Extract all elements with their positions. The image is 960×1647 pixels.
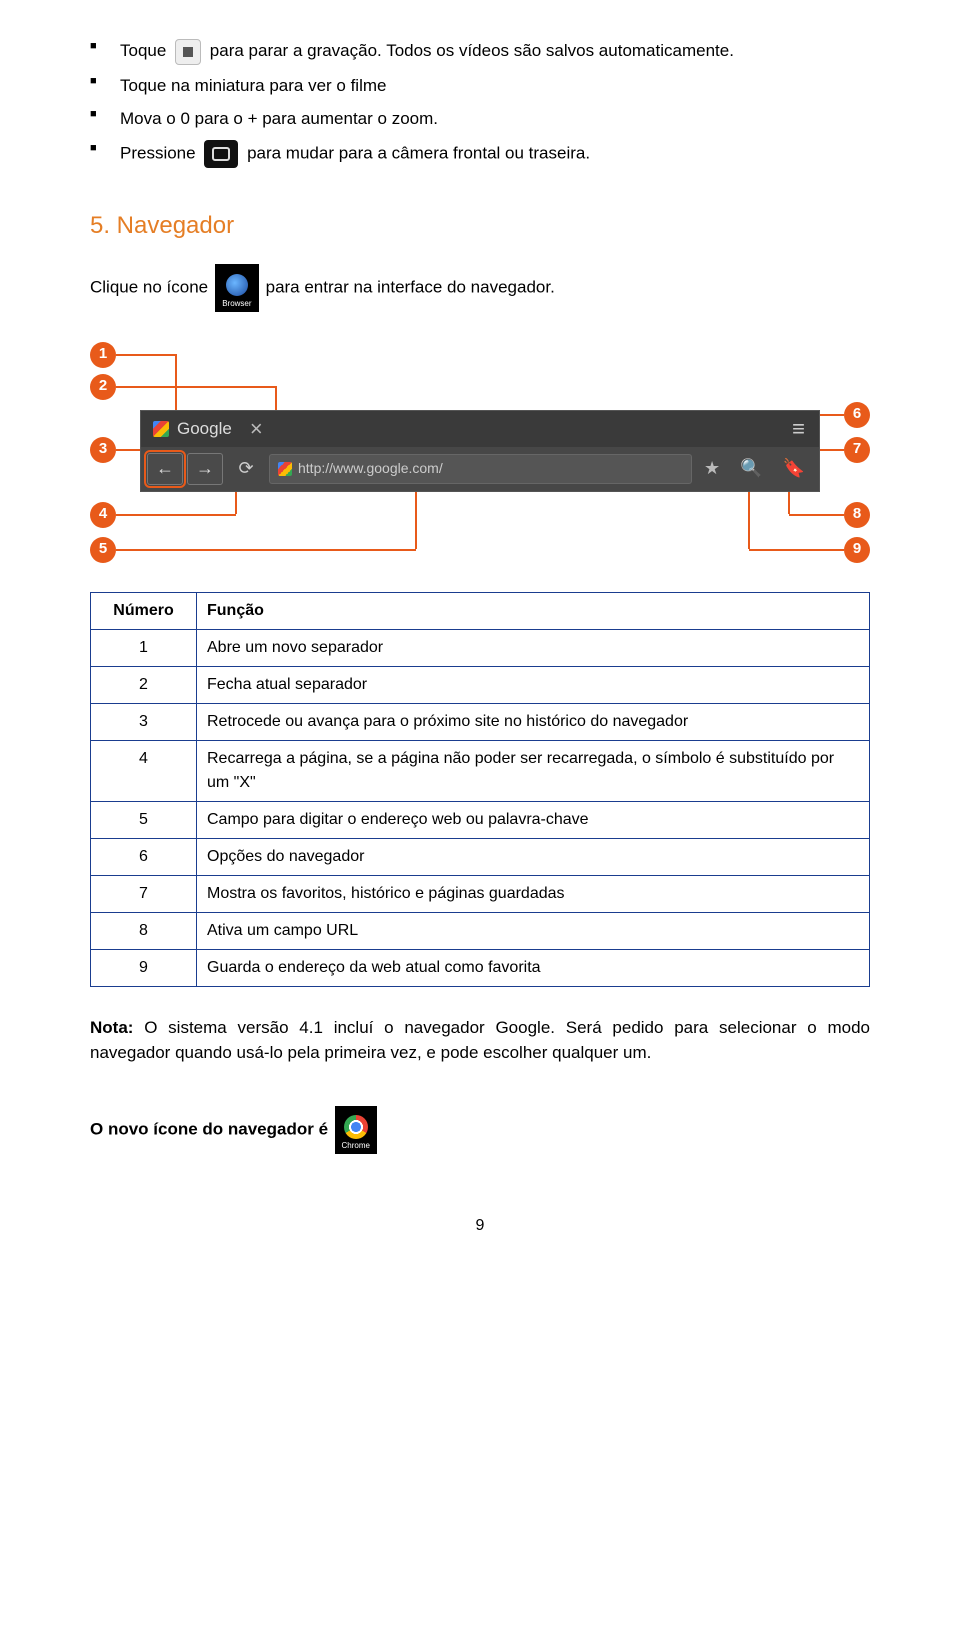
leader [116,449,140,451]
callout-4: 4 [90,502,116,528]
table-row: 3Retrocede ou avança para o próximo site… [91,703,870,740]
cell-num: 1 [91,629,197,666]
bullet-text: Mova o 0 para o + para aumentar o zoom. [120,109,438,128]
nav-sentence: Clique no ícone Browser para entrar na i… [90,264,870,312]
table-row: 1Abre um novo separador [91,629,870,666]
cell-func: Recarrega a página, se a página não pode… [197,740,870,801]
table-row: 5Campo para digitar o endereço web ou pa… [91,801,870,838]
leader [175,354,177,410]
bookmark-star-icon[interactable]: ★ [696,455,728,482]
leader [820,414,844,416]
table-row: 4Recarrega a página, se a página não pod… [91,740,870,801]
text: O novo ícone do navegador é [90,1119,333,1138]
tab-bar: Google × ≡ [141,411,819,447]
cell-num: 2 [91,666,197,703]
stop-record-icon [175,39,201,65]
table-row: 8Ativa um campo URL [91,912,870,949]
cell-num: 3 [91,703,197,740]
cell-func: Fecha atual separador [197,666,870,703]
bullet-text: para mudar para a câmera frontal ou tras… [247,143,590,162]
search-icon[interactable]: 🔍 [732,455,770,482]
bullet-item: Toque na miniatura para ver o filme [90,73,870,99]
tab-menu-icon[interactable]: ≡ [778,412,819,445]
bullet-item: Pressione para mudar para a câmera front… [90,140,870,168]
callout-1: 1 [90,342,116,368]
note-body: O sistema versão 4.1 incluí o navegador … [90,1018,870,1063]
cell-num: 4 [91,740,197,801]
site-icon [278,462,292,476]
callout-7: 7 [844,437,870,463]
tab-close-button[interactable]: × [244,412,269,445]
table-header-row: Número Função [91,592,870,629]
callout-3: 3 [90,437,116,463]
th-num: Número [91,592,197,629]
th-func: Função [197,592,870,629]
cell-func: Ativa um campo URL [197,912,870,949]
bullet-text: para parar a gravação. Todos os vídeos s… [210,41,734,60]
bullet-item: Toque para parar a gravação. Todos os ví… [90,38,870,65]
note-lead: Nota: [90,1018,144,1037]
callout-9: 9 [844,537,870,563]
bookmarks-ribbon-icon[interactable]: 🔖 [775,455,813,482]
tab-label: Google [177,416,232,442]
browser-tab[interactable]: Google [141,411,244,447]
page-number: 9 [90,1214,870,1238]
table-row: 9Guarda o endereço da web atual como fav… [91,949,870,986]
toolbar: ← → ⟳ http://www.google.com/ ★ 🔍 🔖 [141,447,819,491]
section-heading: 5. Navegador [90,208,870,244]
leader [749,549,844,551]
leader [116,386,276,388]
callout-5: 5 [90,537,116,563]
note-paragraph: Nota: O sistema versão 4.1 incluí o nave… [90,1015,870,1066]
bullet-text: Pressione [120,143,200,162]
browser-annotated-figure: 1 2 3 4 5 6 7 8 9 Google [90,342,870,572]
cell-func: Campo para digitar o endereço web ou pal… [197,801,870,838]
leader [820,449,844,451]
url-input[interactable]: http://www.google.com/ [269,454,692,484]
leader [275,386,277,410]
cell-num: 5 [91,801,197,838]
text: Clique no ícone [90,277,213,296]
leader [116,549,416,551]
cell-num: 6 [91,838,197,875]
chrome-line: O novo ícone do navegador é Chrome [90,1106,870,1154]
cell-num: 9 [91,949,197,986]
browser-screenshot: Google × ≡ ← → ⟳ http://www.google.com/ … [140,410,820,492]
cell-num: 7 [91,875,197,912]
leader [116,514,236,516]
cell-func: Abre um novo separador [197,629,870,666]
browser-app-icon: Browser [215,264,259,312]
bullet-list: Toque para parar a gravação. Todos os ví… [90,38,870,168]
table-row: 2Fecha atual separador [91,666,870,703]
bullet-text: Toque [120,41,171,60]
callout-2: 2 [90,374,116,400]
functions-table: Número Função 1Abre um novo separador 2F… [90,592,870,987]
leader [415,492,417,549]
callout-8: 8 [844,502,870,528]
back-button[interactable]: ← [147,453,183,485]
camera-switch-icon [204,140,238,168]
text: para entrar na interface do navegador. [266,277,555,296]
bullet-text: Toque na miniatura para ver o filme [120,76,386,95]
leader [788,492,790,514]
reload-button[interactable]: ⟳ [227,455,265,482]
leader [748,492,750,549]
cell-func: Retrocede ou avança para o próximo site … [197,703,870,740]
cell-func: Guarda o endereço da web atual como favo… [197,949,870,986]
table-row: 6Opções do navegador [91,838,870,875]
cell-func: Mostra os favoritos, histórico e páginas… [197,875,870,912]
cell-func: Opções do navegador [197,838,870,875]
favicon-icon [153,421,169,437]
leader [235,492,237,514]
leader [116,354,176,356]
bullet-item: Mova o 0 para o + para aumentar o zoom. [90,106,870,132]
callout-6: 6 [844,402,870,428]
table-row: 7Mostra os favoritos, histórico e página… [91,875,870,912]
url-text: http://www.google.com/ [298,458,443,479]
leader [789,514,844,516]
forward-button[interactable]: → [187,453,223,485]
cell-num: 8 [91,912,197,949]
chrome-app-icon: Chrome [335,1106,377,1154]
